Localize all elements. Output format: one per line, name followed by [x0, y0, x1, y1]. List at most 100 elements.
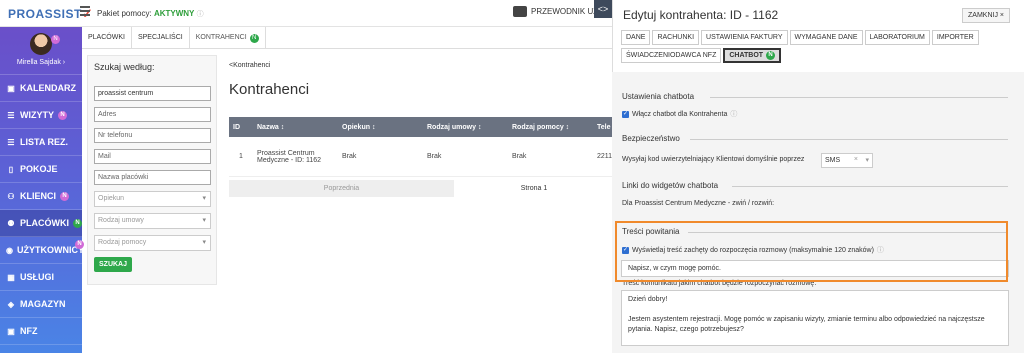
- search-name-input[interactable]: proassist centrum: [94, 86, 211, 101]
- building-icon: ⚉: [7, 218, 15, 228]
- sidebar-item-label: NFZ: [20, 326, 38, 336]
- filter-panel: Szukaj według: proassist centrum Adres N…: [87, 55, 217, 285]
- tab-nfz-provider[interactable]: ŚWIADCZENIODAWCA NFZ: [621, 48, 722, 63]
- tab-laboratory[interactable]: LABORATORIUM: [864, 30, 930, 45]
- cell-phone: 2211: [597, 153, 613, 160]
- search-button[interactable]: SZUKAJ: [94, 257, 133, 272]
- auth-method-value: SMS: [825, 157, 841, 164]
- calendar-icon: ▣: [7, 83, 15, 93]
- divider: [690, 139, 1008, 140]
- clear-icon[interactable]: ×: [854, 156, 858, 163]
- sidebar-item-calendar[interactable]: ▣ KALENDARZ: [0, 75, 82, 102]
- page-indicator: Strona 1: [520, 185, 548, 192]
- section-chatbot-settings: Ustawienia chatbota: [622, 92, 695, 101]
- people-icon: ⚇: [7, 191, 15, 201]
- security-text: Wysyłaj kod uwierzytelniający Klientowi …: [622, 156, 805, 163]
- table-header: ID Nazwa ↕ Opiekun ↕ Rodzaj umowy ↕ Rodz…: [229, 117, 614, 137]
- breadcrumb[interactable]: <Kontrahenci: [229, 62, 614, 69]
- sidebar-item-services[interactable]: ▦ USŁUGI: [0, 264, 82, 291]
- facility-name-input[interactable]: Nazwa placówki: [94, 170, 211, 185]
- tab-data[interactable]: DANE: [621, 30, 651, 45]
- avatar: [30, 33, 52, 55]
- username: Mirella Sajdak ›: [16, 59, 66, 66]
- contractors-table: ID Nazwa ↕ Opiekun ↕ Rodzaj umowy ↕ Rodz…: [229, 117, 614, 177]
- menu-icon[interactable]: [80, 6, 90, 16]
- panel-tabs: DANE RACHUNKI USTAWIENIA FAKTURY WYMAGAN…: [613, 30, 1003, 66]
- user-profile[interactable]: N Mirella Sajdak ›: [0, 27, 82, 75]
- widget-links-toggle[interactable]: Dla Proassist Centrum Medyczne - zwiń / …: [622, 200, 774, 207]
- column-header[interactable]: Nazwa ↕: [253, 124, 338, 131]
- message-line: Jestem asystentem rejestracji. Mogę pomó…: [628, 316, 985, 333]
- tab-importer[interactable]: IMPORTER: [931, 30, 979, 45]
- enable-chatbot-label: Włącz chatbot dla Kontrahenta: [632, 110, 728, 118]
- column-header[interactable]: Tele: [593, 124, 614, 131]
- logo-text: PROASSIST: [8, 7, 82, 21]
- tab-specialists[interactable]: SPECJALIŚCI: [132, 27, 190, 49]
- tab-invoice-settings[interactable]: USTAWIENIA FAKTURY: [701, 30, 788, 45]
- panel-toggle-button[interactable]: <>: [594, 0, 612, 18]
- sidebar-item-facilities[interactable]: ⚉ PLACÓWKI N: [0, 210, 82, 237]
- sidebar-item-users[interactable]: ◉ UŻYTKOWNICY N: [0, 237, 84, 264]
- close-button[interactable]: ZAMKNIJ ×: [962, 8, 1010, 23]
- message-line: Dzień dobry!: [628, 296, 668, 303]
- avatar-badge: N: [51, 35, 60, 44]
- table-row[interactable]: 1 Proassist Centrum Medyczne - ID: 1162 …: [229, 137, 614, 177]
- new-badge: N: [75, 240, 84, 249]
- document-icon: ▣: [7, 326, 15, 336]
- checkbox-checked-icon[interactable]: ✓: [622, 110, 629, 118]
- new-badge: N: [73, 218, 82, 228]
- sidebar-item-label: UŻYTKOWNICY: [16, 245, 84, 255]
- new-badge: N: [249, 33, 259, 43]
- previous-page-button[interactable]: Poprzednia: [229, 180, 454, 197]
- welcome-message-textarea[interactable]: Dzień dobry! Jestem asystentem rejestrac…: [621, 290, 1009, 346]
- sidebar-item-visits[interactable]: ☰ WIZYTY N: [0, 102, 82, 129]
- sidebar-item-label: POKOJE: [20, 164, 58, 174]
- guide-button[interactable]: PRZEWODNIK UŻ: [513, 6, 598, 17]
- contract-type-select[interactable]: Rodzaj umowy: [94, 213, 211, 229]
- grid-icon: ▦: [7, 272, 15, 282]
- column-header[interactable]: Opiekun ↕: [338, 124, 423, 131]
- cell-id: 1: [239, 153, 243, 160]
- pagination: Poprzednia Strona 1: [229, 180, 614, 197]
- info-icon[interactable]: ⓘ: [197, 11, 204, 18]
- content-header: <Kontrahenci Kontrahenci: [229, 62, 614, 98]
- auth-method-select[interactable]: SMS × ▾: [821, 153, 873, 168]
- tab-chatbot[interactable]: CHATBOT N: [723, 48, 782, 63]
- section-security: Bezpieczeństwo: [622, 134, 680, 143]
- tab-facilities[interactable]: PLACÓWKI: [82, 27, 132, 49]
- tab-label: CHATBOT: [729, 51, 764, 59]
- sidebar-item-label: WIZYTY: [20, 110, 54, 120]
- column-header[interactable]: Rodzaj pomocy ↕: [508, 124, 593, 131]
- highlight-box: [615, 221, 1008, 282]
- sidebar-item-label: KLIENCI: [20, 191, 56, 201]
- column-header[interactable]: Rodzaj umowy ↕: [423, 124, 508, 131]
- list-icon: ☰: [7, 137, 15, 147]
- chevron-down-icon[interactable]: ▾: [865, 156, 869, 164]
- sidebar-item-rooms[interactable]: ▯ POKOJE: [0, 156, 82, 183]
- mail-input[interactable]: Mail: [94, 149, 211, 164]
- door-icon: ▯: [8, 164, 14, 174]
- column-header[interactable]: ID: [229, 124, 253, 131]
- sidebar-item-nfz[interactable]: ▣ NFZ: [0, 318, 82, 345]
- tab-required-data[interactable]: WYMAGANE DANE: [789, 30, 863, 45]
- address-input[interactable]: Adres: [94, 107, 211, 122]
- package-status: Pakiet pomocy: AKTYWNY ⓘ: [97, 9, 204, 19]
- tab-contractors[interactable]: KONTRAHENCI N: [190, 27, 266, 49]
- sidebar-item-reservations[interactable]: ☰ LISTA REZ.: [0, 129, 82, 156]
- tab-label: KONTRAHENCI: [195, 34, 247, 41]
- new-badge: N: [58, 110, 67, 120]
- help-icon[interactable]: ⓘ: [730, 109, 737, 119]
- help-type-select[interactable]: Rodzaj pomocy: [94, 235, 211, 251]
- divider: [732, 186, 1008, 187]
- package-label: Pakiet pomocy:: [97, 9, 152, 18]
- sidebar-item-label: MAGAZYN: [20, 299, 66, 309]
- sidebar-item-warehouse[interactable]: ◈ MAGAZYN: [0, 291, 82, 318]
- enable-chatbot-row[interactable]: ✓ Włącz chatbot dla Kontrahenta ⓘ: [622, 109, 737, 119]
- sidebar-item-clients[interactable]: ⚇ KLIENCI N: [0, 183, 82, 210]
- phone-input[interactable]: Nr telefonu: [94, 128, 211, 143]
- section-widget-links: Linki do widgetów chatbota: [622, 181, 719, 190]
- supervisor-select[interactable]: Opiekun: [94, 191, 211, 207]
- tab-accounts[interactable]: RACHUNKI: [652, 30, 700, 45]
- divider: [710, 97, 1008, 98]
- cell-supervisor: Brak: [342, 153, 357, 160]
